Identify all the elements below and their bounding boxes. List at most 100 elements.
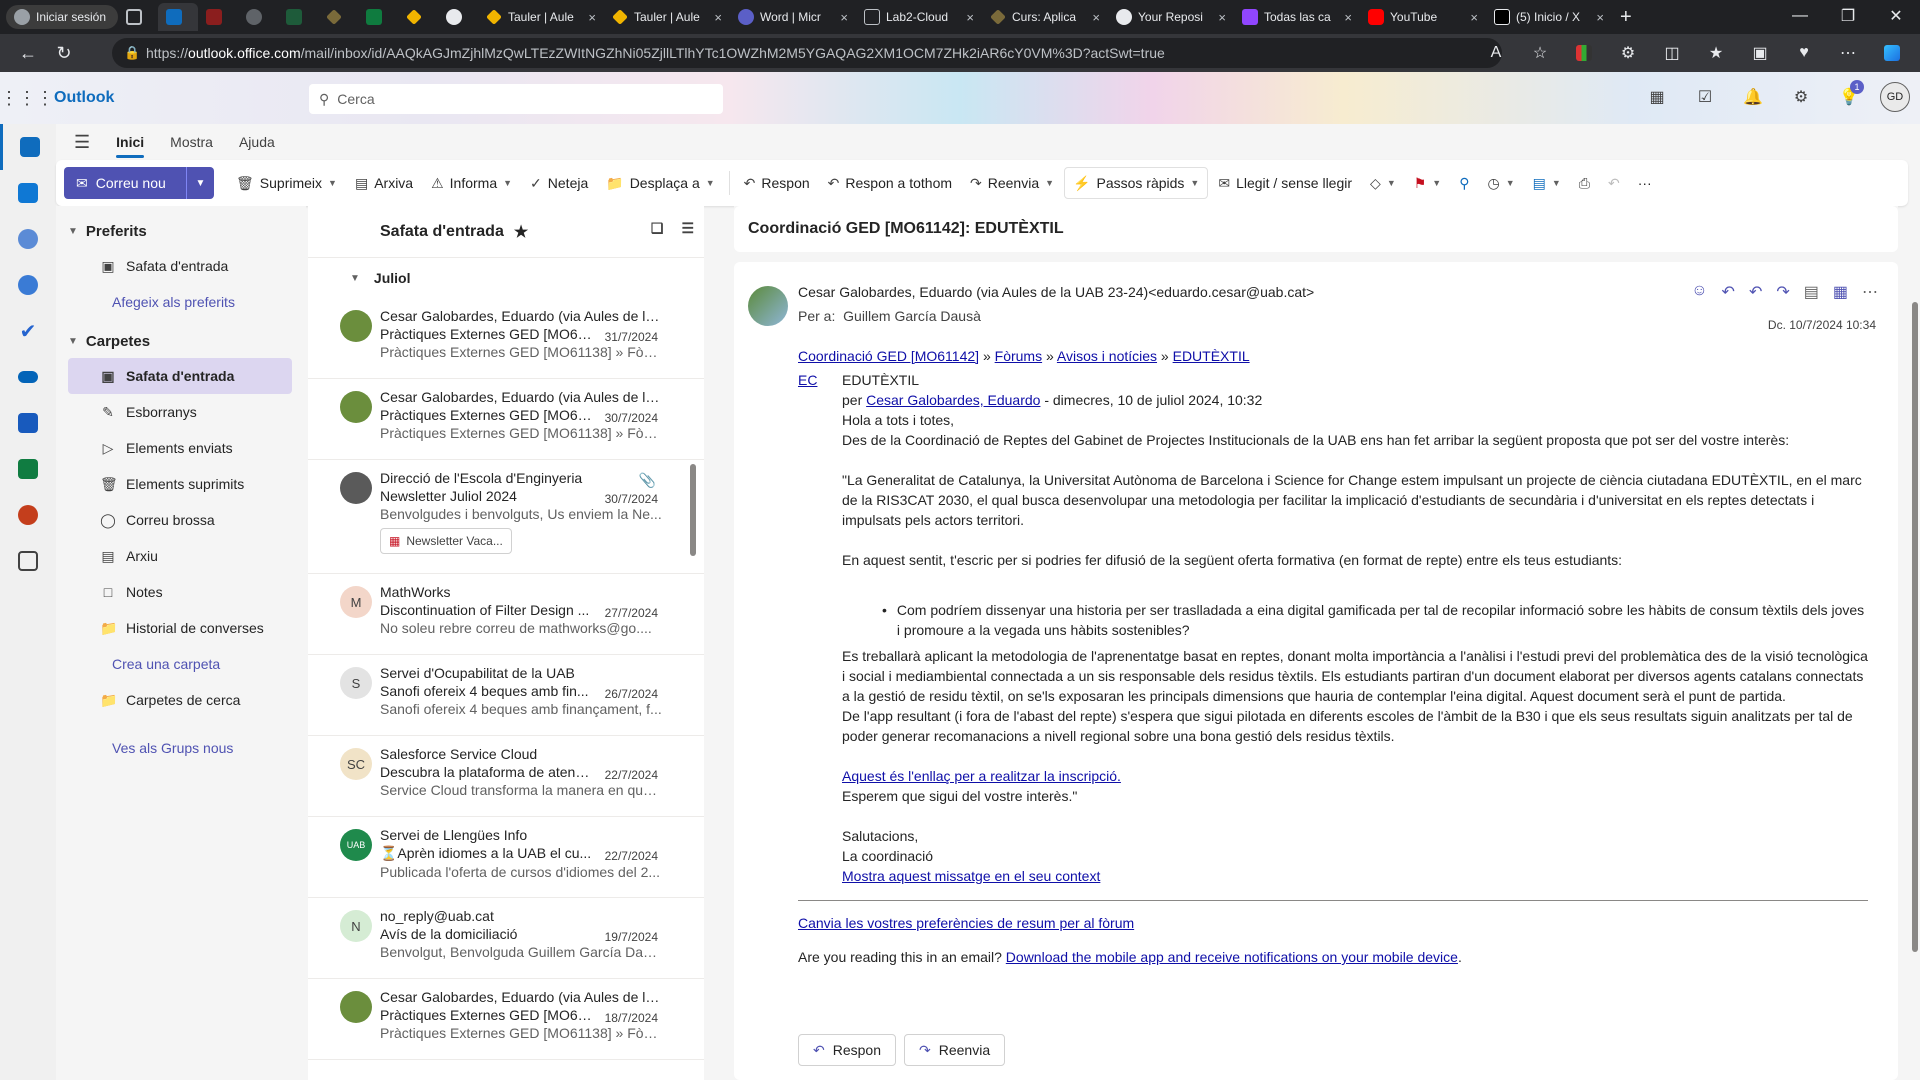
more-options-button[interactable]: ···	[1630, 167, 1660, 199]
todo-app-icon[interactable]: ✔	[0, 308, 56, 354]
breadcrumb-forums-link[interactable]: Fòrums	[995, 348, 1042, 364]
browser-tab[interactable]: Tauler | Aule ×	[604, 3, 730, 31]
more-apps-icon[interactable]	[0, 538, 56, 584]
breadcrumb-course-link[interactable]: Coordinació GED [MO61142]	[798, 348, 979, 364]
browser-tab[interactable]: (5) Inicio / X ×	[1486, 3, 1612, 31]
folder-inbox[interactable]: ▣ Safata d'entrada	[68, 358, 292, 394]
minimize-button[interactable]: —	[1776, 0, 1824, 32]
sender-avatar[interactable]	[748, 286, 788, 326]
chevron-down-icon[interactable]: ▼	[328, 178, 337, 188]
mobile-app-link[interactable]: Download the mobile app and receive noti…	[1006, 949, 1458, 965]
favorites-icon[interactable]: ★	[1696, 37, 1736, 69]
folder-deleted[interactable]: 🗑 Elements suprimits	[68, 466, 292, 502]
menu-icon[interactable]: ⋯	[1828, 37, 1868, 69]
archive-button[interactable]: ▤ Arxiva	[347, 167, 421, 199]
profile-button[interactable]: Iniciar sesión	[6, 5, 118, 29]
avatar[interactable]: GD	[1880, 82, 1910, 112]
performance-icon[interactable]: ♥	[1784, 37, 1824, 69]
breadcrumb-news-link[interactable]: Avisos i notícies	[1057, 348, 1157, 364]
onedrive-app-icon[interactable]	[0, 354, 56, 400]
powerpoint-app-icon[interactable]	[0, 492, 56, 538]
app-launcher-icon[interactable]: ⋮⋮⋮	[0, 72, 54, 124]
browser-tab[interactable]: Todas las ca ×	[1234, 3, 1360, 31]
app-name[interactable]: Outlook	[54, 89, 114, 107]
search-box[interactable]: ⚲ Cerca	[309, 84, 723, 114]
address-bar[interactable]: 🔒 https://outlook.office.com/mail/inbox/…	[112, 38, 1502, 68]
tab-pinned-5[interactable]	[318, 3, 358, 31]
favorite-inbox[interactable]: ▣ Safata d'entrada	[68, 248, 292, 284]
close-tab-icon[interactable]: ×	[966, 10, 974, 25]
folder-notes[interactable]: □ Notes	[68, 574, 292, 610]
message-item[interactable]: SC Salesforce Service Cloud Descubra la pl…	[308, 736, 704, 817]
close-tab-icon[interactable]: ×	[1218, 10, 1226, 25]
folders-header[interactable]: ▼ Carpetes	[56, 324, 306, 358]
browser-tab[interactable]: Curs: Aplica ×	[982, 3, 1108, 31]
tab-outlook[interactable]	[158, 3, 198, 31]
immersive-reader-icon[interactable]: ▦	[1833, 282, 1848, 302]
tab-pinned-8[interactable]	[438, 3, 478, 31]
word-app-icon[interactable]	[0, 400, 56, 446]
folder-conversation-history[interactable]: 📁 Historial de converses	[68, 610, 292, 646]
folder-sent[interactable]: ▷ Elements enviats	[68, 430, 292, 466]
browser-tab[interactable]: Your Reposi ×	[1108, 3, 1234, 31]
more-actions-icon[interactable]: ⋯	[1862, 282, 1878, 302]
workspaces-button[interactable]	[118, 3, 158, 31]
favorites-header[interactable]: ▼ Preferits	[56, 214, 306, 248]
favorite-star-icon[interactable]: ☆	[1520, 37, 1560, 69]
emoji-reaction-icon[interactable]: ☺	[1691, 282, 1707, 302]
move-to-button[interactable]: 📁 Desplaça a ▼	[598, 167, 722, 199]
chevron-down-icon[interactable]: ▼	[1552, 178, 1561, 188]
chevron-down-icon[interactable]: ▼	[1506, 178, 1515, 188]
undo-button[interactable]: ↶	[1600, 167, 1628, 199]
browser-tab[interactable]: Word | Micr ×	[730, 3, 856, 31]
close-tab-icon[interactable]: ×	[1596, 10, 1604, 25]
add-favorite-link[interactable]: Afegeix als preferits	[56, 284, 306, 320]
lock-icon[interactable]: 🔒	[124, 45, 140, 61]
collections-icon[interactable]: ▣	[1740, 37, 1780, 69]
hamburger-menu-icon[interactable]: ☰	[74, 132, 90, 153]
print-button[interactable]: ⎙	[1571, 167, 1598, 199]
back-button[interactable]: ←	[10, 37, 46, 69]
groups-link[interactable]: Ves als Grups nous	[56, 730, 306, 766]
delete-button[interactable]: 🗑 Suprimeix ▼	[228, 167, 345, 199]
read-aloud-icon[interactable]: A	[1476, 37, 1516, 69]
registration-link[interactable]: Aquest és l'enllaç per a realitzar la in…	[842, 768, 1121, 784]
excel-app-icon[interactable]	[0, 446, 56, 492]
digest-preferences-link[interactable]: Canvia les vostres preferències de resum…	[798, 915, 1134, 931]
message-item[interactable]: S Servei d'Ocupabilitat de la UAB Sanofi o…	[308, 655, 704, 736]
reply-all-button[interactable]: ↶ Respon a tothom	[820, 167, 960, 199]
bell-icon[interactable]: 🔔	[1736, 80, 1770, 114]
refresh-button[interactable]: ↻	[46, 37, 82, 69]
close-tab-icon[interactable]: ×	[1344, 10, 1352, 25]
reading-scrollbar-thumb[interactable]	[1912, 302, 1918, 952]
tab-pinned-4[interactable]	[278, 3, 318, 31]
reply-icon[interactable]: ↶	[1722, 282, 1735, 302]
chevron-down-icon[interactable]: ▼	[1045, 178, 1054, 188]
chevron-down-icon[interactable]: ▼	[1432, 178, 1441, 188]
tab-pinned-6[interactable]	[358, 3, 398, 31]
flag-button[interactable]: ⚑ ▼	[1406, 167, 1449, 199]
folder-search-folders[interactable]: 📁 Carpetes de cerca	[68, 682, 292, 718]
tab-pinned-2[interactable]	[198, 3, 238, 31]
close-tab-icon[interactable]: ×	[588, 10, 596, 25]
message-item[interactable]: Nno_reply@uab.cat Avís de la domiciliació…	[308, 898, 704, 979]
sweep-button[interactable]: ✓ Neteja	[522, 167, 596, 199]
tab-pinned-7[interactable]	[398, 3, 438, 31]
reply-all-icon[interactable]: ↶	[1749, 282, 1762, 302]
browser-tab[interactable]: Lab2-Cloud ×	[856, 3, 982, 31]
groups-app-icon[interactable]	[0, 262, 56, 308]
puzzle-icon[interactable]: ⚙	[1608, 37, 1648, 69]
footer-reply-button[interactable]: ↶ Respon	[798, 1034, 896, 1066]
tab-help[interactable]: Ajuda	[239, 128, 275, 156]
close-tab-icon[interactable]: ×	[1470, 10, 1478, 25]
recipient-name[interactable]: Guillem García Dausà	[843, 308, 981, 324]
author-initials-link[interactable]: EC	[798, 370, 822, 410]
chevron-down-icon[interactable]: ▼	[503, 178, 512, 188]
chevron-down-icon[interactable]: ▼	[1387, 178, 1396, 188]
maximize-button[interactable]: ❐	[1824, 0, 1872, 32]
scrollbar-thumb[interactable]	[690, 464, 696, 556]
settings-gear-icon[interactable]: ⚙	[1784, 80, 1818, 114]
new-mail-button[interactable]: ✉ Correu nou	[64, 167, 186, 199]
folder-archive[interactable]: ▤ Arxiu	[68, 538, 292, 574]
browser-tab[interactable]: YouTube ×	[1360, 3, 1486, 31]
